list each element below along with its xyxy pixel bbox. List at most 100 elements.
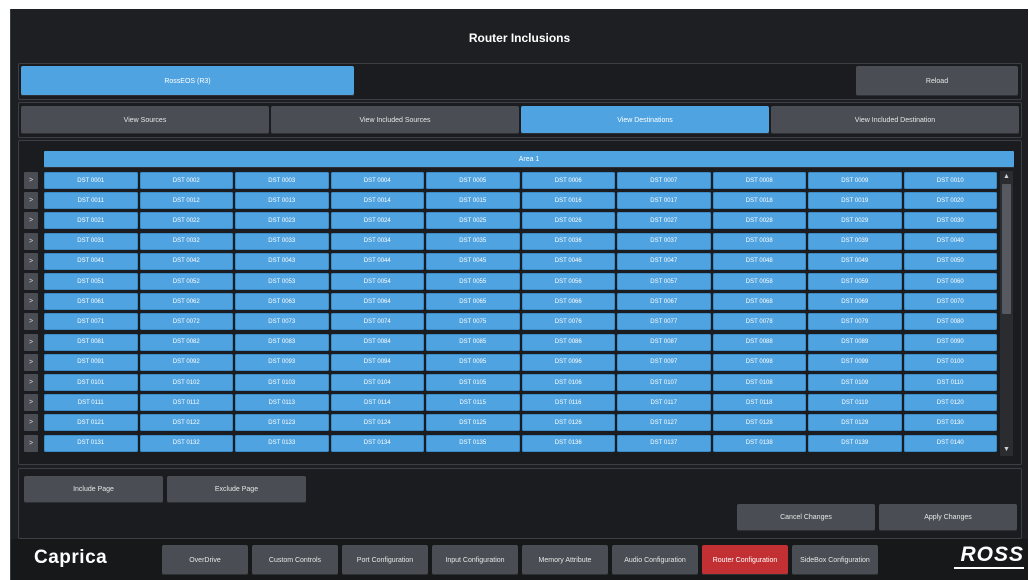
destination-cell[interactable]: DST 0030	[903, 212, 997, 230]
destination-cell[interactable]: DST 0023	[235, 212, 329, 230]
triangle-up-icon[interactable]: ▲	[1000, 173, 1013, 180]
tab-view-included-destination[interactable]: View Included Destination	[771, 106, 1019, 134]
destination-cell[interactable]: DST 0051	[44, 273, 138, 290]
destination-cell[interactable]: DST 0093	[235, 353, 329, 371]
destination-cell[interactable]: DST 0137	[617, 434, 711, 452]
destination-cell[interactable]: DST 0110	[903, 374, 997, 391]
destination-cell[interactable]: DST 0084	[330, 333, 424, 351]
destination-cell[interactable]: DST 0130	[903, 414, 997, 432]
destination-cell[interactable]: DST 0135	[426, 434, 520, 452]
destination-cell[interactable]: DST 0045	[426, 252, 520, 270]
destination-cell[interactable]: DST 0126	[521, 414, 615, 432]
reload-button[interactable]: Reload	[856, 66, 1018, 96]
destination-cell[interactable]: DST 0062	[139, 293, 233, 311]
destination-cell[interactable]: DST 0056	[521, 273, 615, 290]
destination-cell[interactable]: DST 0025	[426, 212, 520, 230]
destination-cell[interactable]: DST 0095	[426, 353, 520, 371]
destination-cell[interactable]: DST 0048	[712, 252, 806, 270]
row-select-button[interactable]: >	[24, 333, 38, 351]
destination-cell[interactable]: DST 0129	[808, 414, 902, 432]
row-select-button[interactable]: >	[24, 252, 38, 270]
destination-cell[interactable]: DST 0102	[139, 374, 233, 391]
destination-cell[interactable]: DST 0074	[330, 313, 424, 331]
destination-cell[interactable]: DST 0071	[44, 313, 138, 331]
destination-cell[interactable]: DST 0092	[139, 353, 233, 371]
destination-cell[interactable]: DST 0073	[235, 313, 329, 331]
include-page-button[interactable]: Include Page	[24, 476, 163, 503]
destination-cell[interactable]: DST 0069	[808, 293, 902, 311]
destination-cell[interactable]: DST 0072	[139, 313, 233, 331]
destination-cell[interactable]: DST 0081	[44, 333, 138, 351]
tab-view-included-sources[interactable]: View Included Sources	[271, 106, 519, 134]
row-select-button[interactable]: >	[24, 414, 38, 432]
nav-audio-configuration[interactable]: Audio Configuration	[612, 545, 698, 575]
destination-cell[interactable]: DST 0121	[44, 414, 138, 432]
destination-cell[interactable]: DST 0079	[808, 313, 902, 331]
destination-cell[interactable]: DST 0052	[139, 273, 233, 290]
nav-overdrive[interactable]: OverDrive	[162, 545, 248, 575]
destination-cell[interactable]: DST 0096	[521, 353, 615, 371]
destination-cell[interactable]: DST 0064	[330, 293, 424, 311]
destination-cell[interactable]: DST 0035	[426, 232, 520, 250]
destination-cell[interactable]: DST 0066	[521, 293, 615, 311]
destination-cell[interactable]: DST 0050	[903, 252, 997, 270]
row-select-button[interactable]: >	[24, 273, 38, 290]
destination-cell[interactable]: DST 0002	[139, 172, 233, 189]
destination-cell[interactable]: DST 0060	[903, 273, 997, 290]
destination-cell[interactable]: DST 0106	[521, 374, 615, 391]
destination-cell[interactable]: DST 0010	[903, 172, 997, 189]
destination-cell[interactable]: DST 0053	[235, 273, 329, 290]
row-select-button[interactable]: >	[24, 353, 38, 371]
destination-cell[interactable]: DST 0044	[330, 252, 424, 270]
destination-cell[interactable]: DST 0007	[617, 172, 711, 189]
destination-cell[interactable]: DST 0061	[44, 293, 138, 311]
destination-cell[interactable]: DST 0111	[44, 394, 138, 412]
destination-cell[interactable]: DST 0005	[426, 172, 520, 189]
destination-cell[interactable]: DST 0063	[235, 293, 329, 311]
destination-cell[interactable]: DST 0016	[521, 192, 615, 210]
destination-cell[interactable]: DST 0021	[44, 212, 138, 230]
destination-cell[interactable]: DST 0014	[330, 192, 424, 210]
destination-cell[interactable]: DST 0105	[426, 374, 520, 391]
destination-cell[interactable]: DST 0119	[808, 394, 902, 412]
row-select-button[interactable]: >	[24, 434, 38, 452]
row-select-button[interactable]: >	[24, 374, 38, 391]
row-select-button[interactable]: >	[24, 232, 38, 250]
destination-cell[interactable]: DST 0138	[712, 434, 806, 452]
destination-cell[interactable]: DST 0039	[808, 232, 902, 250]
destination-cell[interactable]: DST 0075	[426, 313, 520, 331]
destination-cell[interactable]: DST 0140	[903, 434, 997, 452]
destination-cell[interactable]: DST 0055	[426, 273, 520, 290]
destination-cell[interactable]: DST 0024	[330, 212, 424, 230]
destination-cell[interactable]: DST 0124	[330, 414, 424, 432]
destination-cell[interactable]: DST 0112	[139, 394, 233, 412]
destination-cell[interactable]: DST 0134	[330, 434, 424, 452]
destination-cell[interactable]: DST 0034	[330, 232, 424, 250]
destination-cell[interactable]: DST 0123	[235, 414, 329, 432]
nav-port-configuration[interactable]: Port Configuration	[342, 545, 428, 575]
destination-cell[interactable]: DST 0136	[521, 434, 615, 452]
destination-cell[interactable]: DST 0100	[903, 353, 997, 371]
destination-cell[interactable]: DST 0116	[521, 394, 615, 412]
destination-cell[interactable]: DST 0139	[808, 434, 902, 452]
destination-cell[interactable]: DST 0038	[712, 232, 806, 250]
destination-cell[interactable]: DST 0022	[139, 212, 233, 230]
destination-cell[interactable]: DST 0015	[426, 192, 520, 210]
destination-cell[interactable]: DST 0012	[139, 192, 233, 210]
destination-cell[interactable]: DST 0059	[808, 273, 902, 290]
destination-cell[interactable]: DST 0067	[617, 293, 711, 311]
destination-cell[interactable]: DST 0009	[808, 172, 902, 189]
destination-cell[interactable]: DST 0020	[903, 192, 997, 210]
destination-cell[interactable]: DST 0101	[44, 374, 138, 391]
destination-cell[interactable]: DST 0017	[617, 192, 711, 210]
destination-cell[interactable]: DST 0027	[617, 212, 711, 230]
destination-cell[interactable]: DST 0078	[712, 313, 806, 331]
destination-cell[interactable]: DST 0097	[617, 353, 711, 371]
destination-cell[interactable]: DST 0043	[235, 252, 329, 270]
row-select-button[interactable]: >	[24, 394, 38, 412]
destination-cell[interactable]: DST 0082	[139, 333, 233, 351]
destination-cell[interactable]: DST 0085	[426, 333, 520, 351]
triangle-down-icon[interactable]: ▼	[1000, 446, 1013, 453]
destination-cell[interactable]: DST 0046	[521, 252, 615, 270]
destination-cell[interactable]: DST 0068	[712, 293, 806, 311]
